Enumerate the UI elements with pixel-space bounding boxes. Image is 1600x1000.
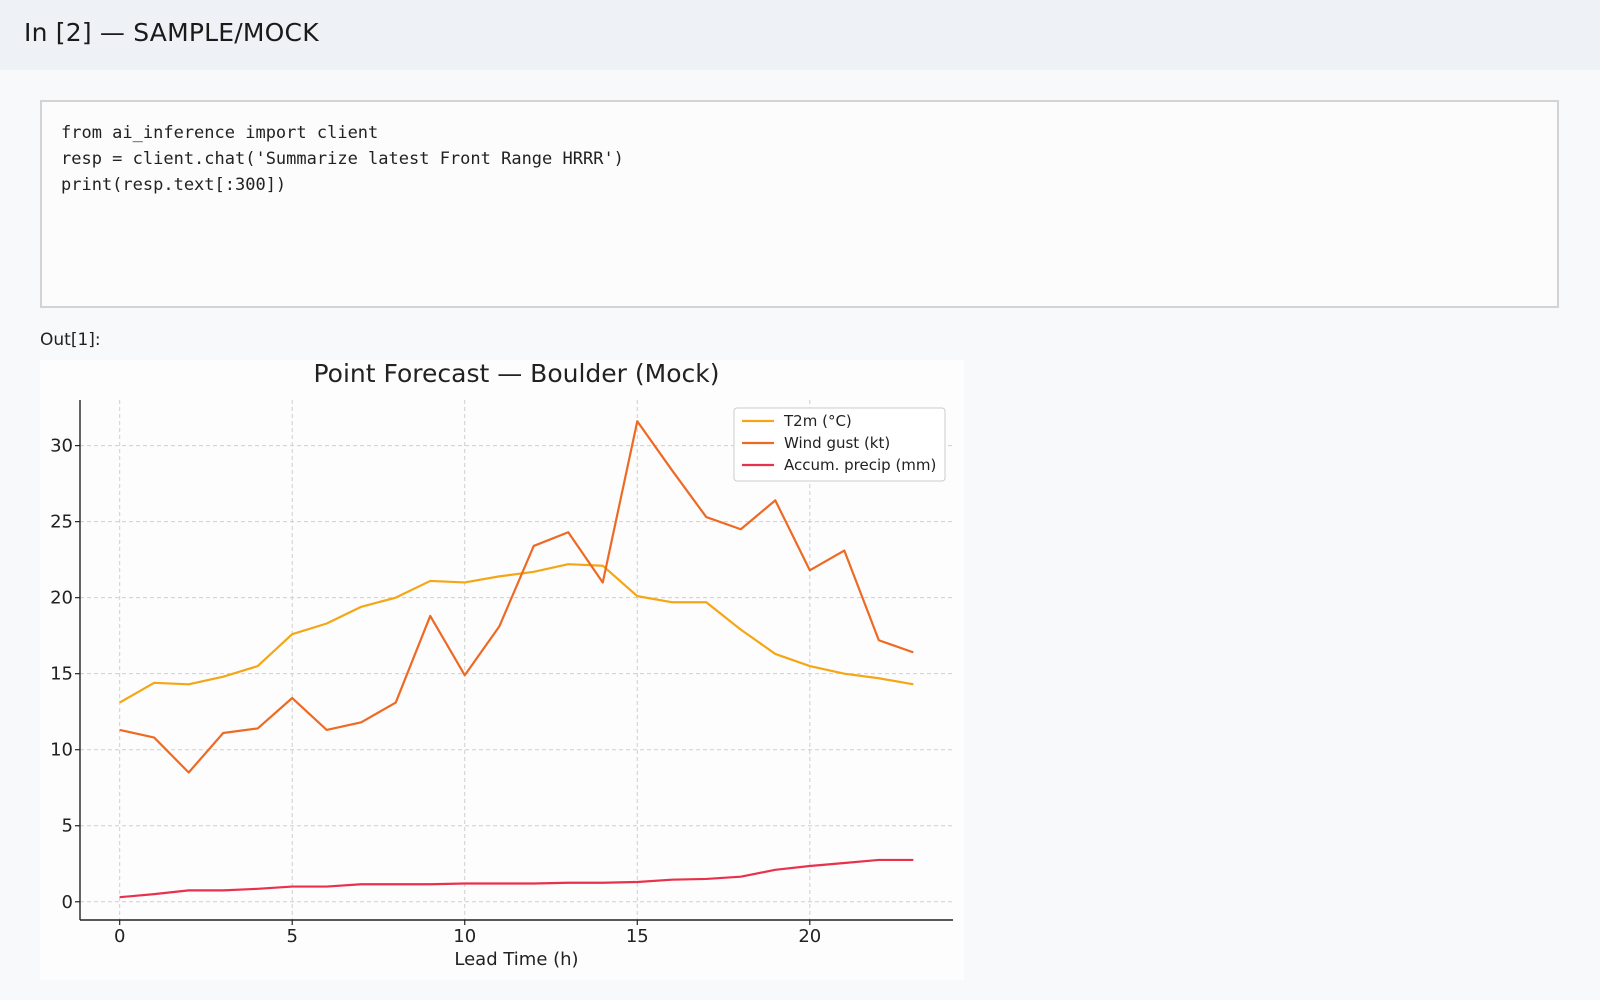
cell-title: In [2] — SAMPLE/MOCK	[24, 18, 319, 47]
x-tick-label: 15	[626, 926, 649, 947]
y-tick-label: 5	[62, 816, 73, 837]
y-tick-label: 20	[50, 588, 73, 609]
y-tick-label: 10	[50, 740, 73, 761]
legend-label: T2m (°C)	[783, 412, 852, 430]
x-tick-label: 0	[114, 926, 125, 947]
x-axis-label: Lead Time (h)	[454, 949, 578, 970]
y-tick-label: 25	[50, 512, 73, 533]
x-tick-label: 5	[286, 926, 297, 947]
series-line-2	[119, 858, 914, 899]
y-tick-label: 15	[50, 664, 73, 685]
code-block: from ai_inference import client resp = cl…	[61, 120, 624, 198]
x-tick-label: 20	[798, 926, 821, 947]
y-tick-label: 30	[50, 436, 73, 457]
output-label: Out[1]:	[40, 330, 101, 350]
chart-title: Point Forecast — Boulder (Mock)	[313, 360, 719, 388]
chart-figure: 0 5 10 15 20 0 5 10 15 20 25 30 Point Forecast — Bou…	[40, 360, 964, 980]
x-tick-label: 10	[453, 926, 476, 947]
legend-label: Wind gust (kt)	[784, 434, 890, 452]
cell-header: In [2] — SAMPLE/MOCK	[0, 0, 1600, 70]
code-line: from ai_inference import client	[61, 123, 379, 143]
y-tick-label: 0	[62, 892, 73, 913]
code-line: resp = client.chat('Summarize latest Fro…	[61, 149, 624, 169]
legend-label: Accum. precip (mm)	[784, 456, 936, 474]
code-line: print(resp.text[:300])	[61, 175, 287, 195]
line-chart: 0 5 10 15 20 0 5 10 15 20 25 30 Point Forecast — Bou…	[50, 360, 953, 970]
code-cell[interactable]: from ai_inference import client resp = cl…	[40, 100, 1559, 308]
